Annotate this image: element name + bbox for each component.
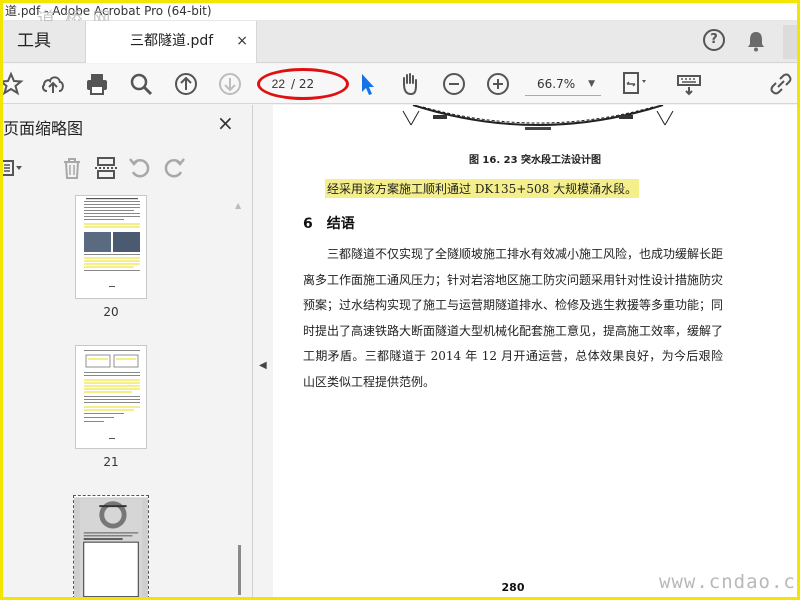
rotate-clockwise-icon[interactable] <box>161 155 187 181</box>
page-down-icon[interactable] <box>216 70 244 98</box>
page-up-icon[interactable] <box>172 70 200 98</box>
hand-tool-icon[interactable] <box>396 70 424 98</box>
zoom-out-icon[interactable] <box>440 70 468 98</box>
highlighted-text: 经采用该方案施工顺利通过 DK135+508 大规模涌水段。 <box>325 179 640 198</box>
figure-caption: 图 16. 23 突水段工法设计图 <box>468 155 602 166</box>
tab-close-button[interactable]: × <box>236 21 248 61</box>
print-icon[interactable] <box>83 70 111 98</box>
scroll-thumb[interactable] <box>238 545 241 595</box>
thumbnail-page-21[interactable] <box>75 345 147 449</box>
thumbnail-label: 20 <box>103 305 119 319</box>
figure-tunnel-diagram <box>402 105 674 130</box>
page-total: / 22 <box>291 77 315 91</box>
toolbar: / 22 66.7% ▼ <box>3 64 797 104</box>
zoom-dropdown[interactable]: 66.7% ▼ <box>525 72 601 96</box>
thumbnail-scrollbar[interactable]: ▲ <box>235 195 245 595</box>
help-icon[interactable]: ? <box>703 29 725 51</box>
thumbnail-page-22[interactable] <box>73 495 149 597</box>
tab-tools[interactable]: 工具 <box>3 21 85 63</box>
panel-toolbar <box>3 155 253 185</box>
bookmark-star-icon[interactable] <box>3 70 25 98</box>
thumbnail-panel: 页面缩略图 × 20 21 ▲ <box>3 105 253 597</box>
trash-icon[interactable] <box>59 155 85 181</box>
chevron-down-icon: ▼ <box>588 79 595 89</box>
zoom-in-icon[interactable] <box>484 70 512 98</box>
panel-splitter[interactable]: ◀ <box>253 105 273 597</box>
page-navigator: / 22 <box>261 72 341 96</box>
link-icon[interactable] <box>767 70 795 98</box>
close-icon[interactable]: × <box>217 111 234 135</box>
overflow-menu-icon[interactable] <box>783 25 797 59</box>
tab-bar: 工具 三都隧道.pdf × <box>3 21 797 63</box>
bell-icon[interactable] <box>745 30 767 52</box>
zoom-value: 66.7% <box>537 77 576 91</box>
rotate-counterclockwise-icon[interactable] <box>127 155 153 181</box>
section-title: 结语 <box>326 216 355 232</box>
watermark-text: www.cndao.com <box>659 571 797 593</box>
insert-page-icon[interactable] <box>93 155 119 181</box>
scroll-up-icon[interactable]: ▲ <box>235 201 241 210</box>
document-view[interactable]: 图 16. 23 突水段工法设计图 经采用该方案施工顺利通过 DK135+508… <box>273 105 797 597</box>
panel-title: 页面缩略图 <box>3 119 84 138</box>
keyboard-icon[interactable] <box>675 70 703 98</box>
section-number: 6 <box>303 216 313 232</box>
app-window: 道.pdf - Adobe Acrobat Pro (64-bit) 道 桥 网… <box>0 0 800 600</box>
tab-document[interactable]: 三都隧道.pdf × <box>85 21 257 63</box>
tab-document-label: 三都隧道.pdf <box>130 33 214 49</box>
upload-cloud-icon[interactable] <box>39 70 67 98</box>
thumbnail-options-icon[interactable] <box>3 155 25 181</box>
thumbnail-page-20[interactable] <box>75 195 147 299</box>
select-cursor-icon[interactable] <box>353 70 381 98</box>
collapse-panel-icon[interactable]: ◀ <box>259 360 267 371</box>
title-bar: 道.pdf - Adobe Acrobat Pro (64-bit) <box>3 3 797 21</box>
section-heading: 6 结语 <box>303 213 355 233</box>
body-paragraph: 三都隧道不仅实现了全隧顺坡施工排水有效减小施工风险，也成功缓解长距离多工作面施工… <box>303 247 724 389</box>
thumbnail-list: 20 21 <box>3 195 251 597</box>
thumbnail-label: 21 <box>103 455 119 469</box>
page-number-input[interactable] <box>261 74 285 94</box>
zoom-search-icon[interactable] <box>127 70 155 98</box>
fit-page-icon[interactable] <box>619 70 647 98</box>
